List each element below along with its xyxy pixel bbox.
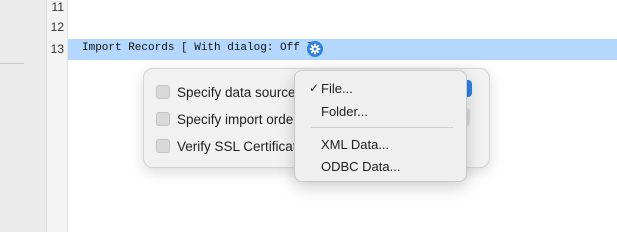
data-source-menu: ✓ File... Folder... XML Data... ODBC Dat…: [294, 70, 467, 182]
verify-ssl-checkbox[interactable]: [156, 139, 170, 153]
option-verify-ssl[interactable]: Verify SSL Certificates: [156, 137, 311, 155]
menu-item-label: File...: [321, 80, 353, 96]
verify-ssl-label: Verify SSL Certificates: [177, 138, 311, 154]
line-number-gutter: [47, 0, 68, 232]
specify-data-source-label: Specify data source: [177, 84, 296, 100]
line-number: 12: [50, 20, 64, 34]
script-step-text[interactable]: Import Records [ With dialog: Off ]: [82, 42, 313, 54]
left-pane: [0, 0, 47, 232]
option-specify-import-order[interactable]: Specify import order: [156, 110, 298, 128]
menu-item-label: ODBC Data...: [321, 158, 401, 174]
specify-import-order-checkbox[interactable]: [156, 112, 170, 126]
menu-item-file[interactable]: ✓ File...: [295, 77, 466, 99]
left-pane-divider: [0, 63, 24, 64]
menu-item-folder[interactable]: Folder...: [295, 100, 466, 122]
gear-icon: [309, 43, 321, 55]
checkmark-icon: ✓: [308, 81, 319, 95]
specify-data-source-checkbox[interactable]: [156, 85, 170, 99]
menu-item-xml-data[interactable]: XML Data...: [295, 133, 466, 155]
line-number: 11: [51, 0, 64, 14]
menu-separator: [311, 127, 453, 128]
menu-item-label: XML Data...: [321, 136, 390, 152]
menu-item-label: Folder...: [321, 103, 368, 119]
option-specify-data-source[interactable]: Specify data source: [156, 83, 296, 101]
specify-import-order-label: Specify import order: [177, 111, 298, 127]
line-number: 13: [50, 42, 64, 56]
menu-item-odbc-data[interactable]: ODBC Data...: [295, 155, 466, 177]
step-options-button[interactable]: [307, 41, 323, 57]
